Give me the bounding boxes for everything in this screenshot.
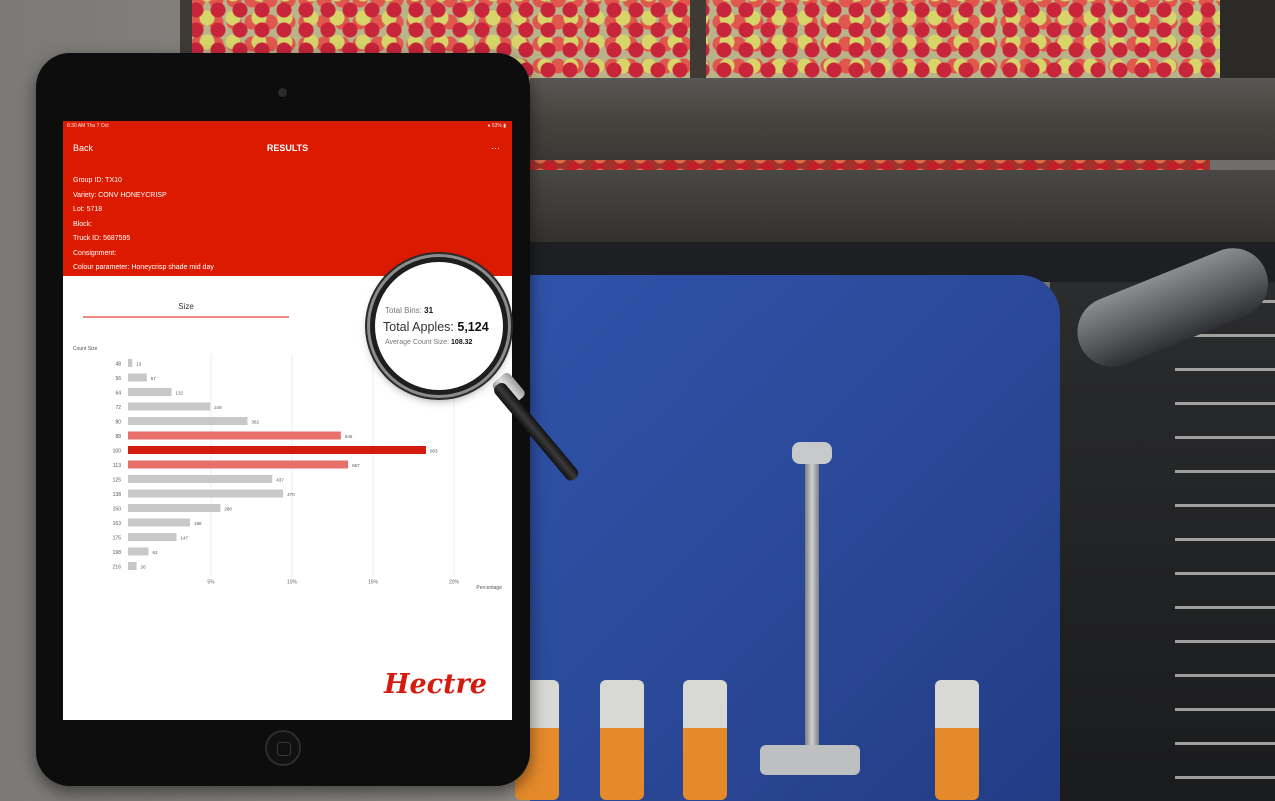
wifi-icon: ● bbox=[487, 123, 491, 129]
hectre-logo: Hectre bbox=[383, 669, 487, 700]
y-tick-label: 100 bbox=[113, 449, 122, 455]
y-tick-label: 80 bbox=[115, 420, 121, 426]
y-tick-label: 72 bbox=[115, 405, 121, 411]
data-label: 362 bbox=[251, 420, 259, 425]
status-bar-battery: ● 53% ▮ bbox=[487, 123, 506, 129]
data-label: 26 bbox=[141, 565, 147, 570]
y-tick-label: 88 bbox=[115, 434, 121, 440]
front-camera bbox=[278, 88, 287, 97]
steel-rail bbox=[530, 78, 1275, 160]
steel-rail-lower bbox=[530, 170, 1275, 242]
y-tick-label: 48 bbox=[115, 362, 121, 368]
data-label: 249 bbox=[214, 405, 222, 410]
page-title: RESULTS bbox=[266, 143, 309, 153]
data-label: 667 bbox=[352, 463, 360, 468]
data-label: 62 bbox=[152, 550, 158, 555]
data-label: 188 bbox=[194, 521, 202, 526]
data-label: 57 bbox=[151, 376, 157, 381]
average-count-size: Average Count Size: 108.32 bbox=[385, 339, 472, 346]
colour-parameter: Colour parameter: Honeycrisp shade mid d… bbox=[73, 264, 214, 271]
bar bbox=[128, 402, 211, 411]
bar bbox=[128, 504, 221, 512]
y-tick-label: 64 bbox=[115, 391, 121, 397]
y-tick-label: 198 bbox=[113, 550, 122, 556]
data-label: 470 bbox=[287, 492, 295, 497]
bar bbox=[128, 431, 341, 440]
bar bbox=[128, 562, 137, 570]
total-bins-label: Total Bins: bbox=[385, 306, 422, 315]
home-button[interactable] bbox=[265, 730, 301, 766]
y-tick-label: 125 bbox=[113, 478, 122, 484]
bar bbox=[128, 460, 349, 469]
data-label: 132 bbox=[176, 391, 184, 396]
warning-light bbox=[600, 680, 644, 800]
app-screen: 8:30 AM Thu 7 Oct ● 53% ▮ Back RESULTS …… bbox=[63, 121, 512, 720]
total-apples: Total Apples: 5,124 bbox=[383, 320, 489, 334]
bar bbox=[128, 373, 147, 382]
magnifier-lens: Total Bins: 31 Total Apples: 5,124 Avera… bbox=[370, 257, 508, 395]
data-label: 437 bbox=[276, 478, 284, 483]
lot: Lot: 5718 bbox=[73, 206, 103, 213]
bar bbox=[128, 417, 248, 425]
bar bbox=[128, 388, 172, 396]
variety: Variety: CONV HONEYCRISP bbox=[73, 191, 167, 199]
more-options-button[interactable]: … bbox=[491, 141, 500, 151]
y-tick-label: 163 bbox=[113, 521, 122, 527]
warning-light bbox=[683, 680, 727, 800]
bar bbox=[128, 475, 273, 483]
bar bbox=[128, 518, 191, 527]
lever-pole bbox=[805, 450, 819, 750]
data-label: 903 bbox=[430, 449, 438, 454]
y-tick-label: 113 bbox=[113, 463, 121, 469]
tab-size[interactable]: Size bbox=[83, 302, 289, 311]
total-apples-label: Total Apples: bbox=[383, 320, 454, 334]
bar bbox=[128, 533, 177, 541]
total-bins: Total Bins: 31 bbox=[385, 306, 433, 315]
warning-light bbox=[935, 680, 979, 800]
x-tick-label: 20% bbox=[449, 580, 460, 586]
battery-percent: 53% bbox=[491, 123, 502, 129]
consignment-info: Group ID: TX10 Variety: CONV HONEYCRISP … bbox=[73, 174, 214, 276]
data-label: 645 bbox=[345, 434, 353, 439]
average-count-size-label: Average Count Size: bbox=[385, 339, 450, 346]
y-tick-label: 56 bbox=[115, 376, 121, 382]
status-bar-time: 8:30 AM Thu 7 Oct bbox=[67, 123, 109, 129]
x-tick-label: 15% bbox=[368, 580, 379, 586]
data-label: 147 bbox=[181, 536, 189, 541]
data-label: 280 bbox=[224, 507, 232, 512]
bar bbox=[128, 547, 149, 556]
bar bbox=[128, 446, 426, 454]
results-header: 8:30 AM Thu 7 Oct ● 53% ▮ Back RESULTS …… bbox=[63, 121, 512, 276]
block: Block: bbox=[73, 220, 93, 228]
y-tick-label: 175 bbox=[113, 536, 122, 542]
x-axis-title: Percentage bbox=[476, 585, 502, 591]
machine-grate bbox=[1175, 300, 1275, 801]
data-label: 13 bbox=[136, 362, 142, 367]
y-tick-label: 150 bbox=[113, 507, 122, 513]
battery-icon: ▮ bbox=[503, 123, 506, 129]
x-tick-label: 10% bbox=[287, 580, 298, 586]
tablet-device: 8:30 AM Thu 7 Oct ● 53% ▮ Back RESULTS …… bbox=[36, 53, 530, 786]
bar bbox=[128, 359, 133, 367]
total-bins-value: 31 bbox=[424, 306, 434, 315]
y-axis-title: Count Size bbox=[73, 346, 98, 352]
truck-id: Truck ID: 5687595 bbox=[73, 235, 131, 242]
tab-size-indicator bbox=[83, 316, 289, 318]
total-apples-value: 5,124 bbox=[457, 320, 489, 334]
group-id: Group ID: TX10 bbox=[73, 177, 122, 184]
x-tick-label: 5% bbox=[207, 580, 215, 586]
y-tick-label: 138 bbox=[113, 492, 122, 498]
average-count-size-value: 108.32 bbox=[451, 339, 473, 346]
y-tick-label: 216 bbox=[113, 565, 122, 571]
bar bbox=[128, 489, 284, 498]
consignment: Consignment: bbox=[73, 249, 117, 257]
lever-base bbox=[760, 745, 860, 775]
lever-handle bbox=[792, 442, 832, 464]
